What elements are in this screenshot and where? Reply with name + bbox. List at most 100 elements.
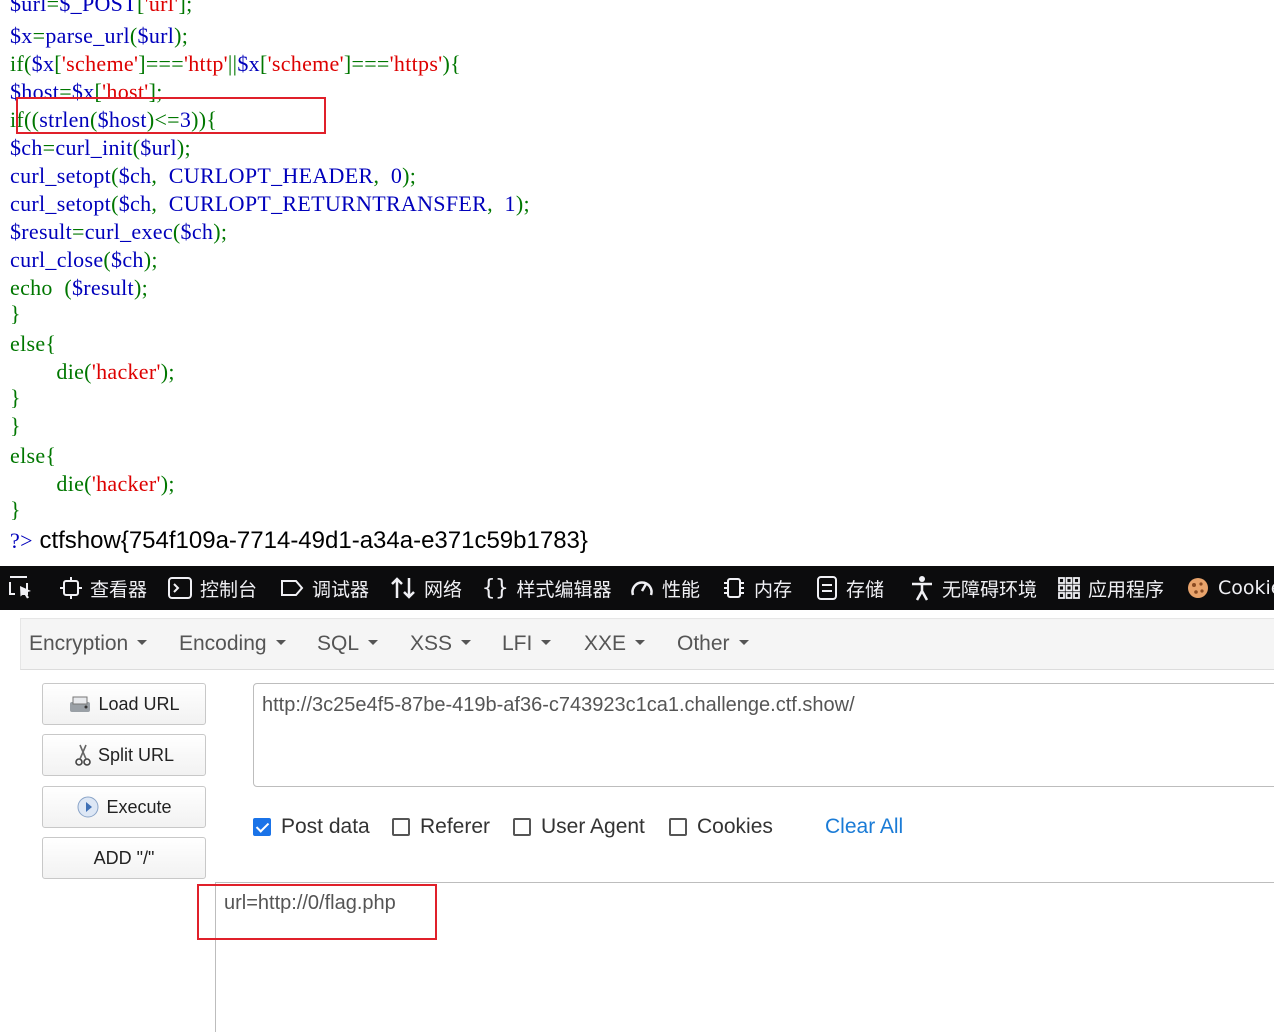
debugger-icon xyxy=(281,580,304,596)
menu-sql[interactable]: SQL xyxy=(317,619,379,669)
code-token: else{ xyxy=(10,331,57,356)
code-line: } xyxy=(10,384,21,412)
code-token: else{ xyxy=(10,443,57,468)
code-token: ); xyxy=(133,275,148,300)
inspector-icon xyxy=(60,577,82,599)
code-token: , xyxy=(151,191,169,216)
tab-debugger[interactable]: 调试器 xyxy=(280,566,369,610)
code-token: $result xyxy=(71,275,134,300)
code-token: = xyxy=(46,0,60,16)
load-url-icon xyxy=(70,696,91,712)
performance-icon xyxy=(631,581,653,596)
code-token: [ xyxy=(259,51,268,76)
code-line: curl_setopt($ch, CURLOPT_HEADER, 0); xyxy=(10,162,416,190)
tab-label: 应用程序 xyxy=(1088,578,1165,601)
code-token: curl_exec xyxy=(84,219,173,244)
cookie-icon xyxy=(1188,578,1208,598)
split-url-button[interactable]: Split URL xyxy=(42,734,206,776)
code-line: curl_setopt($ch, CURLOPT_RETURNTRANSFER,… xyxy=(10,190,530,218)
code-token: || xyxy=(227,51,238,76)
code-token: $url xyxy=(10,0,47,16)
code-token: curl_setopt xyxy=(10,191,112,216)
code-token: $url xyxy=(137,23,175,48)
strlen-highlight-box xyxy=(16,97,326,134)
checkbox-checked-icon xyxy=(253,818,271,836)
cookies-checkbox[interactable]: Cookies xyxy=(669,809,773,845)
code-token: ); xyxy=(174,23,189,48)
tab-label: 存储 xyxy=(846,578,885,601)
element-picker-button[interactable] xyxy=(8,566,42,610)
caret-down-icon xyxy=(541,639,552,645)
tab-performance[interactable]: 性能 xyxy=(630,566,700,610)
checkbox-icon xyxy=(513,818,531,836)
code-token: 'scheme' xyxy=(61,51,139,76)
referer-checkbox[interactable]: Referer xyxy=(392,809,490,845)
post-data-highlight-box xyxy=(197,884,437,940)
caret-down-icon xyxy=(738,639,749,645)
pick-element-icon xyxy=(9,576,31,599)
tab-cookies[interactable]: Cookie xyxy=(1186,566,1274,610)
menu-xxe[interactable]: XXE xyxy=(584,619,646,669)
tab-accessibility[interactable]: 无障碍环境 xyxy=(910,566,1037,610)
menu-label: Encryption xyxy=(29,632,129,655)
checkbox-icon xyxy=(392,818,410,836)
code-token: if( xyxy=(10,51,32,76)
play-icon xyxy=(77,796,99,818)
code-line: curl_close($ch); xyxy=(10,246,158,274)
code-token: curl_close xyxy=(10,247,104,272)
menu-label: LFI xyxy=(502,632,533,655)
code-token: $ch xyxy=(111,247,144,272)
code-token: 0 xyxy=(390,163,403,188)
code-token: ( xyxy=(58,275,72,300)
flag-output: ctfshow{754f109a-7714-49d1-a34a-e371c59b… xyxy=(32,527,588,554)
code-token: CURLOPT_RETURNTRANSFER xyxy=(168,191,488,216)
tab-inspector[interactable]: 查看器 xyxy=(60,566,147,610)
code-token: ); xyxy=(160,359,175,384)
code-token: CURLOPT_HEADER xyxy=(168,163,374,188)
button-label: Load URL xyxy=(98,693,180,714)
code-token: $x xyxy=(237,51,260,76)
console-icon xyxy=(168,577,192,599)
add-slash-button[interactable]: ADD "/" xyxy=(42,837,206,879)
application-icon xyxy=(1058,577,1080,599)
code-token: 'url' xyxy=(144,0,179,16)
tab-style-editor[interactable]: {} 样式编辑器 xyxy=(482,566,612,610)
code-token: ); xyxy=(213,219,228,244)
tab-label: 内存 xyxy=(754,578,793,601)
code-token: } xyxy=(10,385,21,410)
code-token: ( xyxy=(111,163,119,188)
code-token: $ch xyxy=(118,191,152,216)
url-value: http://3c25e4f5-87be-419b-af36-c743923c1… xyxy=(262,694,855,716)
menu-encryption[interactable]: Encryption xyxy=(29,619,148,669)
code-line: } xyxy=(10,496,21,524)
url-textarea[interactable]: http://3c25e4f5-87be-419b-af36-c743923c1… xyxy=(253,683,1274,787)
button-label: Execute xyxy=(106,796,172,817)
post-data-checkbox[interactable]: Post data xyxy=(253,809,370,845)
menu-encoding[interactable]: Encoding xyxy=(179,619,286,669)
code-token: 'scheme' xyxy=(267,51,344,76)
load-url-button[interactable]: Load URL xyxy=(42,683,206,725)
caret-down-icon xyxy=(137,639,148,645)
network-icon xyxy=(391,577,415,599)
tab-application[interactable]: 应用程序 xyxy=(1058,566,1164,610)
code-token: $result xyxy=(10,219,72,244)
menu-label: XSS xyxy=(410,632,453,655)
code-token: die( xyxy=(10,359,92,384)
menu-other[interactable]: Other xyxy=(677,619,749,669)
tab-memory[interactable]: 内存 xyxy=(722,566,792,610)
code-token: ( xyxy=(172,219,181,244)
tab-console[interactable]: 控制台 xyxy=(168,566,257,610)
caret-down-icon xyxy=(461,639,472,645)
tab-label: 网络 xyxy=(424,578,463,601)
menu-xss[interactable]: XSS xyxy=(410,619,472,669)
tab-storage[interactable]: 存储 xyxy=(816,566,884,610)
execute-button[interactable]: Execute xyxy=(42,786,206,828)
checkbox-icon xyxy=(669,818,687,836)
user-agent-checkbox[interactable]: User Agent xyxy=(513,809,645,845)
menu-lfi[interactable]: LFI xyxy=(502,619,552,669)
tab-label: Cookie xyxy=(1218,577,1274,599)
tab-network[interactable]: 网络 xyxy=(390,566,462,610)
clear-all-link[interactable]: Clear All xyxy=(825,809,903,845)
code-line: echo ($result); xyxy=(10,274,148,302)
code-token: , xyxy=(151,163,169,188)
